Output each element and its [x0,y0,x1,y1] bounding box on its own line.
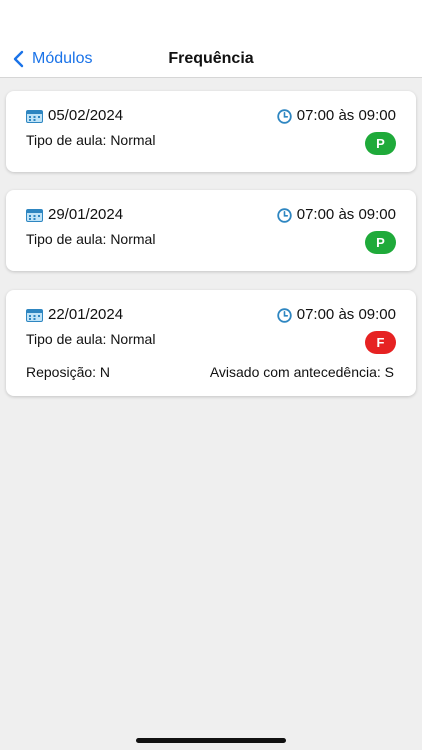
class-type: Tipo de aula: Normal [26,331,156,347]
screen: Módulos Frequência 05/02/2024 07:00 às 0… [0,0,422,750]
time-row: 07:00 às 09:00 [277,205,396,225]
class-type: Tipo de aula: Normal [26,231,156,247]
clock-icon [277,108,292,124]
time-text: 07:00 às 09:00 [296,206,396,223]
attendance-card[interactable]: 29/01/2024 07:00 às 09:00 Tipo de aula: … [6,190,416,271]
status-badge-absent: F [365,331,396,354]
time-text: 07:00 às 09:00 [296,107,396,124]
avisado-text: Avisado com antecedência: S [209,364,394,380]
date-text: 22/01/2024 [48,306,124,323]
calendar-icon [26,309,43,322]
clock-icon [277,207,292,223]
clock-icon [277,307,292,323]
date-row: 22/01/2024 [26,305,123,325]
date-row: 05/02/2024 [26,106,123,126]
calendar-icon [26,110,43,123]
calendar-icon [26,209,43,222]
status-badge-present: P [365,231,396,254]
time-text: 07:00 às 09:00 [296,306,396,323]
status-badge-present: P [365,132,396,155]
attendance-card[interactable]: 22/01/2024 07:00 às 09:00 Tipo de aula: … [6,290,416,396]
attendance-card[interactable]: 05/02/2024 07:00 às 09:00 Tipo de aula: … [6,91,416,172]
date-text: 29/01/2024 [48,206,124,223]
class-type: Tipo de aula: Normal [26,132,156,148]
date-row: 29/01/2024 [26,205,123,225]
time-row: 07:00 às 09:00 [277,305,396,325]
page-title: Frequência [168,50,254,67]
date-text: 05/02/2024 [48,107,124,124]
home-indicator [136,738,286,743]
navigation-bar: Módulos Frequência [0,0,422,78]
time-row: 07:00 às 09:00 [277,106,396,126]
reposicao-text: Reposição: N [26,364,111,380]
